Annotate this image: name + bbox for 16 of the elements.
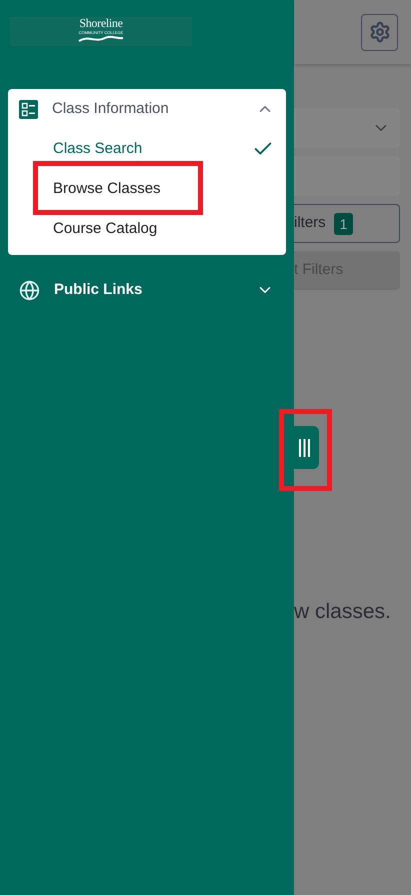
dropdown-field[interactable] (294, 108, 400, 148)
wave-icon (77, 35, 125, 43)
menu-item[interactable]: Class Search (53, 138, 142, 160)
globe-icon (19, 280, 40, 300)
input-field[interactable] (294, 156, 400, 196)
menu-section[interactable]: Public Links (8, 270, 286, 310)
list-icon (19, 100, 38, 118)
count-badge: 1 (334, 212, 354, 234)
grip-icon (299, 438, 310, 456)
message-text: w classes. (294, 599, 392, 625)
settings-button[interactable] (361, 14, 398, 50)
settings-icon (368, 21, 390, 43)
menu-item[interactable]: Browse Classes (53, 178, 161, 200)
menu-item[interactable]: Course Catalog (53, 218, 158, 240)
filters-button[interactable]: ilters 1 (294, 204, 400, 243)
menu-section[interactable]: Class Information (8, 89, 286, 129)
